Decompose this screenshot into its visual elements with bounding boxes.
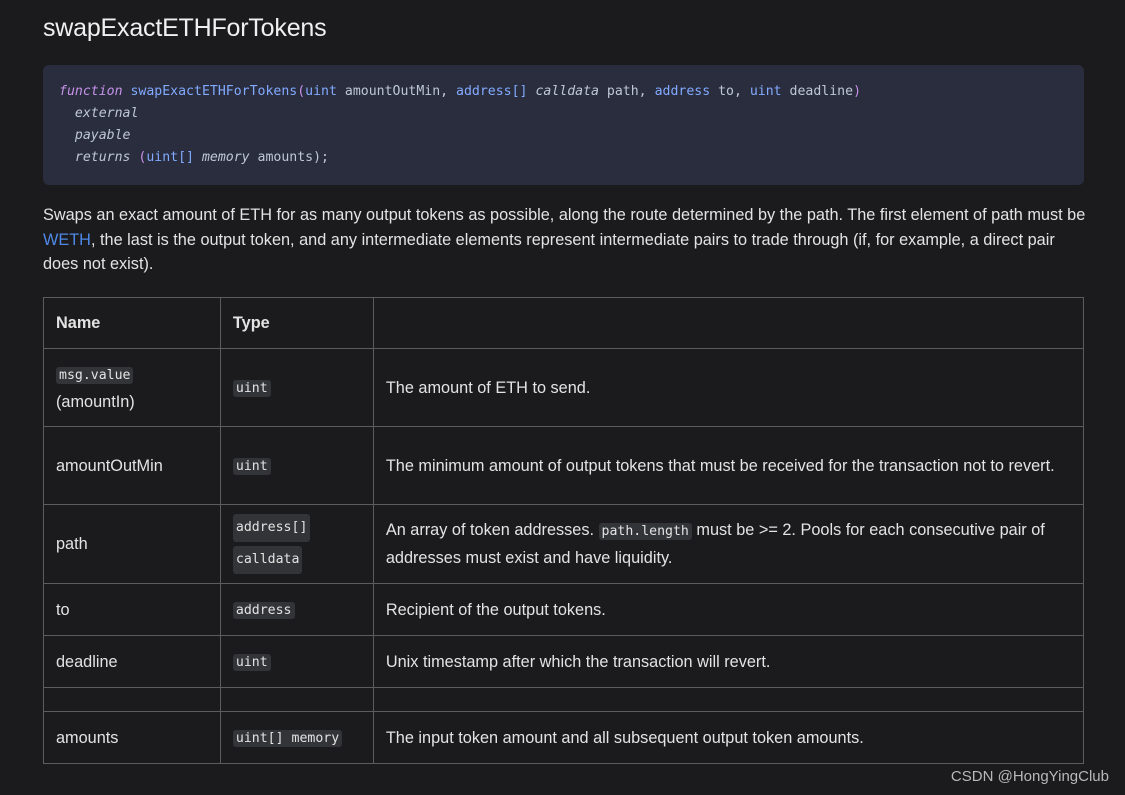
param-desc-code: path.length [598, 523, 692, 540]
code-close-paren: ) [853, 84, 862, 99]
description-text-2: , the last is the output token, and any … [43, 230, 1055, 274]
table-row: amounts uint[] memory The input token am… [43, 711, 1085, 764]
function-signature-code-block: function swapExactETHForTokens(uint amou… [43, 65, 1084, 185]
code-param-amountoutmin: amountOutMin, [336, 84, 457, 99]
code-function-name: swapExactETHForTokens [130, 84, 298, 99]
param-name-cell: amounts [43, 711, 221, 764]
param-name-cell: to [43, 583, 221, 636]
weth-link[interactable]: WETH [43, 231, 91, 249]
table-row-empty [43, 687, 1085, 712]
code-keyword-external: external [74, 106, 139, 121]
page-title: swapExactETHForTokens [43, 14, 327, 42]
code-return-open: ( [130, 150, 147, 165]
param-name-cell: deadline [43, 635, 221, 688]
param-type-code: uint[] memory [232, 729, 343, 747]
code-type-uint-2: uint [749, 84, 782, 99]
code-type-uint: uint [305, 84, 337, 99]
param-desc-text-1: An array of token addresses. [385, 521, 599, 539]
parameters-table: Name Type msg.value (amountIn) uint The a… [43, 297, 1085, 764]
param-type-code-2: calldata [232, 546, 303, 574]
param-name-cell [43, 687, 221, 712]
function-description: Swaps an exact amount of ETH for as many… [43, 203, 1088, 277]
table-row: path address[] calldata An array of token… [43, 504, 1085, 584]
table-header-row: Name Type [43, 297, 1085, 349]
param-type-cell: address [219, 583, 374, 636]
table-row: msg.value (amountIn) uint The amount of E… [43, 348, 1085, 427]
param-type-code: address [232, 601, 295, 619]
code-keyword-returns: returns [74, 150, 131, 165]
param-desc-cell: The amount of ETH to send. [372, 348, 1085, 427]
param-type-cell: uint [219, 426, 374, 505]
param-name-code: msg.value [56, 366, 134, 384]
code-type-address: address [654, 84, 711, 99]
code-param-deadline: deadline [781, 84, 854, 99]
code-type-address-array: address[] [456, 84, 528, 99]
param-name-cell: path [43, 504, 221, 584]
code-keyword-function: function [59, 84, 123, 99]
code-open-paren: ( [297, 84, 306, 99]
param-type-cell: uint [219, 348, 374, 427]
param-name-text: (amountIn) [56, 392, 135, 411]
table-row: deadline uint Unix timestamp after which… [43, 635, 1085, 688]
param-desc-cell: Recipient of the output tokens. [372, 583, 1085, 636]
param-type-code: uint [232, 457, 271, 475]
code-keyword-calldata: calldata [535, 84, 599, 99]
param-type-cell: uint[] memory [219, 711, 374, 764]
table-row: amountOutMin uint The minimum amount of … [43, 426, 1085, 505]
param-desc-cell: The input token amount and all subsequen… [372, 711, 1085, 764]
code-param-to: to, [710, 84, 750, 99]
code-keyword-payable: payable [74, 128, 131, 143]
param-desc-cell: The minimum amount of output tokens that… [372, 426, 1085, 505]
code-param-path: path, [598, 84, 655, 99]
header-description [372, 297, 1085, 349]
param-name-cell: amountOutMin [43, 426, 221, 505]
param-type-cell [219, 687, 374, 712]
param-type-cell: address[] calldata [219, 504, 374, 584]
code-type-uint-array: uint[] [146, 150, 194, 165]
header-name: Name [43, 297, 221, 349]
table-row: to address Recipient of the output token… [43, 583, 1085, 636]
csdn-watermark: CSDN @HongYingClub [950, 768, 1109, 785]
code-keyword-memory: memory [201, 150, 250, 165]
param-name-cell: msg.value (amountIn) [43, 348, 221, 427]
param-desc-cell: An array of token addresses. path.length… [372, 504, 1085, 584]
code-return-rest: amounts); [249, 150, 329, 165]
header-type: Type [219, 297, 374, 349]
param-type-code: address[] [232, 514, 311, 542]
param-desc-cell [372, 687, 1085, 712]
param-type-code: uint [232, 653, 271, 671]
param-type-cell: uint [219, 635, 374, 688]
param-type-code: uint [232, 379, 271, 397]
description-text-1: Swaps an exact amount of ETH for as many… [43, 206, 1086, 224]
param-desc-cell: Unix timestamp after which the transacti… [372, 635, 1085, 688]
